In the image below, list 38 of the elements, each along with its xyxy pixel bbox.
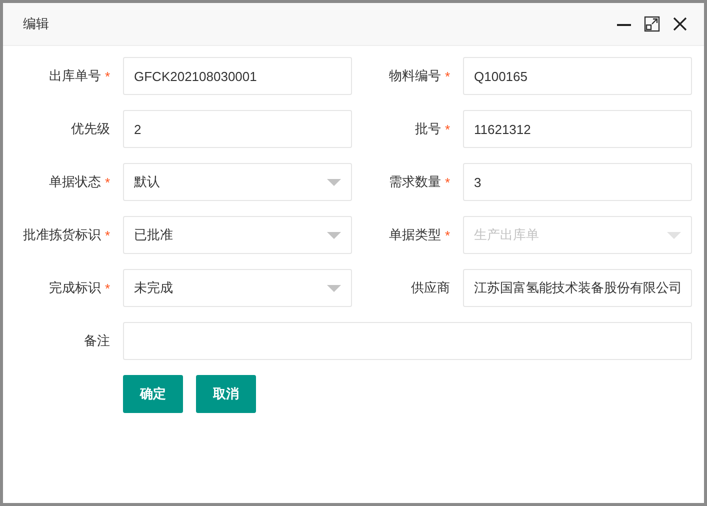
required-mark: * [444, 228, 450, 242]
caret-icon [327, 284, 341, 292]
input-field[interactable]: 3 [463, 163, 692, 201]
field-label: 需求数量 [388, 173, 441, 191]
required-mark: * [104, 280, 110, 296]
required-mark: * [104, 68, 110, 84]
caret-icon [327, 232, 341, 238]
field-label: 供应商 [411, 279, 450, 297]
required-mark: * [444, 68, 450, 84]
required-mark: * [104, 174, 110, 190]
maximize-icon[interactable] [644, 16, 660, 32]
input-field[interactable]: 11621312 [463, 110, 692, 148]
field-label: 批准拣货标识 [22, 226, 101, 244]
input-field[interactable]: Q100165 [463, 57, 692, 95]
select-field[interactable]: 未完成 [123, 269, 352, 307]
caret-icon [327, 178, 341, 186]
required-mark: * [444, 122, 450, 136]
input-field[interactable]: 江苏国富氢能技术装备股份有限公司 [463, 269, 692, 307]
required-mark: * [104, 228, 110, 242]
field-label: 单据类型 [388, 226, 441, 244]
input-field[interactable]: GFCK202108030001 [123, 57, 352, 95]
input-field[interactable]: 2 [123, 110, 352, 148]
field-label: 物料编号 [388, 67, 441, 85]
field-label: 批号 [414, 120, 441, 138]
close-icon[interactable] [672, 16, 688, 32]
field-label: 单据状态 [48, 173, 101, 191]
confirm-button[interactable]: 确定 [123, 375, 183, 413]
required-mark: * [444, 174, 450, 190]
field-label: 优先级 [71, 120, 110, 138]
input-field[interactable] [123, 322, 692, 360]
field-label: 备注 [84, 332, 110, 350]
dialog-title: 编辑 [23, 15, 50, 33]
select-field[interactable]: 已批准 [123, 216, 352, 254]
caret-icon [667, 232, 681, 238]
field-label: 出库单号 [48, 67, 101, 85]
cancel-button[interactable]: 取消 [196, 375, 256, 413]
field-label: 完成标识 [48, 279, 101, 297]
select-field[interactable]: 默认 [123, 163, 352, 201]
